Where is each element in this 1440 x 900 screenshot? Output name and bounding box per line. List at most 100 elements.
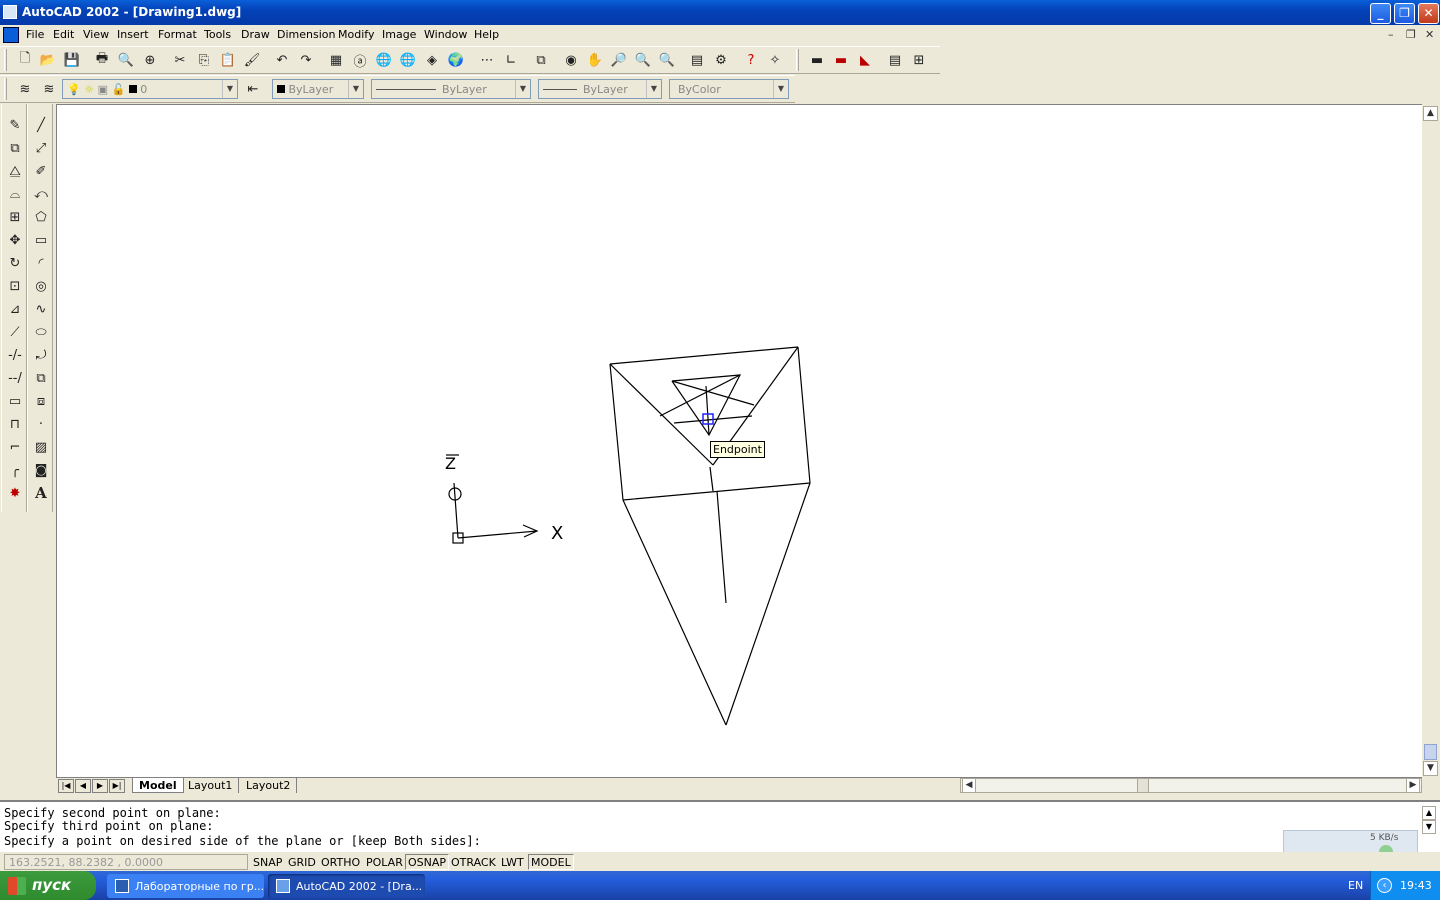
tray-expand-icon[interactable]: ‹: [1377, 878, 1392, 893]
plot-preview-icon[interactable]: 🔍: [115, 49, 137, 71]
menu-window[interactable]: Window: [424, 28, 467, 41]
explode-icon[interactable]: ✸: [4, 482, 26, 504]
copy-object-icon[interactable]: ⧉: [4, 137, 26, 159]
ellipse-icon[interactable]: ⬭: [30, 321, 52, 343]
array-icon[interactable]: ⊞: [4, 206, 26, 228]
dimension-angular-icon[interactable]: ◣: [854, 49, 876, 71]
menu-format[interactable]: Format: [158, 28, 197, 41]
text-style-icon[interactable]: ▤: [884, 49, 906, 71]
zoom-window-icon[interactable]: 🔍: [632, 49, 654, 71]
inner-line-2[interactable]: [671, 380, 755, 406]
today-icon[interactable]: ⓐ: [349, 49, 371, 71]
pan-icon[interactable]: ✋: [584, 49, 606, 71]
rotate-icon[interactable]: ↻: [4, 252, 26, 274]
ucs-icon[interactable]: ∟: [500, 49, 522, 71]
fillet-icon[interactable]: ╭: [4, 459, 26, 481]
command-scroll-up-icon[interactable]: ▲: [1422, 806, 1436, 820]
wireframe-solid[interactable]: [609, 346, 811, 726]
command-scroll-down-icon[interactable]: ▼: [1422, 820, 1436, 834]
edge-right-side[interactable]: [725, 346, 811, 726]
zoom-realtime-icon[interactable]: 🔎: [608, 49, 630, 71]
restore-button[interactable]: ❐: [1394, 3, 1415, 24]
prev-tab-icon[interactable]: ◀: [75, 779, 91, 793]
trim-icon[interactable]: -/-: [4, 344, 26, 366]
tracking-icon[interactable]: ⋯: [476, 49, 498, 71]
inner-line-4[interactable]: [705, 385, 710, 436]
menu-view[interactable]: View: [83, 28, 109, 41]
autocad-app-icon[interactable]: [3, 5, 17, 19]
design-center-icon[interactable]: ▦: [325, 49, 347, 71]
doc-close-button[interactable]: ✕: [1425, 28, 1434, 41]
make-block-icon[interactable]: ⧈: [30, 390, 52, 412]
ortho-toggle[interactable]: ORTHO: [318, 854, 363, 870]
close-button[interactable]: ✕: [1418, 3, 1439, 24]
tab-model[interactable]: Model: [132, 778, 184, 793]
polyline-icon[interactable]: ✐: [30, 160, 52, 182]
multiline-text-icon[interactable]: A: [30, 482, 52, 504]
snap-toggle[interactable]: SNAP: [250, 854, 285, 870]
toolbar-grip[interactable]: [4, 49, 7, 71]
region-icon[interactable]: ◙: [30, 459, 52, 481]
lengthen-icon[interactable]: ⟋: [4, 321, 26, 343]
lwt-toggle[interactable]: LWT: [498, 854, 527, 870]
linetype-combo[interactable]: ByLayer ▼: [371, 79, 531, 99]
hyperlink-icon[interactable]: 🌐: [397, 49, 419, 71]
redo-icon[interactable]: ↷: [295, 49, 317, 71]
dimension-aligned-icon[interactable]: ▬: [830, 49, 852, 71]
publish-icon[interactable]: ⊕: [139, 49, 161, 71]
browse-web-icon[interactable]: 🌍: [445, 49, 467, 71]
lineweight-combo[interactable]: ByLayer ▼: [538, 79, 662, 99]
polygon-icon[interactable]: ⬠: [30, 206, 52, 228]
tab-layout2[interactable]: Layout2: [240, 778, 298, 793]
dimension-style-icon[interactable]: ⊞: [908, 49, 930, 71]
command-prompt-line[interactable]: Specify a point on desired side of the p…: [4, 834, 481, 848]
3d-orbit-icon[interactable]: ◉: [560, 49, 582, 71]
ellipse-arc-icon[interactable]: ⤾: [30, 344, 52, 366]
match-properties-icon[interactable]: 🖌: [241, 49, 263, 71]
osnap-toggle[interactable]: OSNAP: [405, 854, 450, 870]
start-button[interactable]: пуск: [0, 871, 96, 900]
spline-icon[interactable]: ∿: [30, 298, 52, 320]
menu-dimension[interactable]: Dimension: [277, 28, 335, 41]
dimension-linear-icon[interactable]: ▬: [806, 49, 828, 71]
language-indicator[interactable]: EN: [1348, 879, 1363, 892]
scroll-left-icon[interactable]: ◀: [962, 778, 976, 793]
otrack-toggle[interactable]: OTRACK: [448, 854, 499, 870]
menu-image[interactable]: Image: [382, 28, 416, 41]
new-icon[interactable]: 🗋: [14, 49, 36, 71]
arc-icon[interactable]: ◜: [30, 252, 52, 274]
grid-toggle[interactable]: GRID: [285, 854, 319, 870]
menu-tools[interactable]: Tools: [204, 28, 231, 41]
coordinate-display[interactable]: 163.2521, 88.2382 , 0.0000: [4, 854, 248, 870]
menu-help[interactable]: Help: [474, 28, 499, 41]
stretch-icon[interactable]: ⊿: [4, 298, 26, 320]
named-views-icon[interactable]: ⧉: [530, 49, 552, 71]
polar-toggle[interactable]: POLAR: [363, 854, 406, 870]
layer-combo[interactable]: 💡 ☼ ▣ 🔓 0 ▼: [62, 79, 238, 99]
erase-icon[interactable]: ✎: [4, 114, 26, 136]
scroll-right-icon[interactable]: ▶: [1406, 778, 1420, 793]
line-icon[interactable]: ╱: [30, 114, 52, 136]
help-icon[interactable]: ?: [740, 49, 762, 71]
layer-previous-icon[interactable]: ⇤: [242, 78, 264, 100]
layer-properties-icon[interactable]: ≋: [14, 78, 36, 100]
scale-icon[interactable]: ⊡: [4, 275, 26, 297]
design-center-palette-icon[interactable]: ⚙: [710, 49, 732, 71]
properties-icon[interactable]: ▤: [686, 49, 708, 71]
chamfer-icon[interactable]: ⌐: [4, 436, 26, 458]
copy-icon[interactable]: ⎘: [193, 49, 215, 71]
tab-layout1[interactable]: Layout1: [182, 778, 240, 793]
taskbar-item-autocad[interactable]: AutoCAD 2002 - [Dra...: [268, 874, 425, 898]
scroll-up-icon[interactable]: ▲: [1423, 106, 1438, 121]
plot-icon[interactable]: 🖶: [91, 49, 113, 71]
menu-modify[interactable]: Modify: [338, 28, 374, 41]
drawing-status-icon[interactable]: ✧: [764, 49, 786, 71]
horizontal-scroll-thumb[interactable]: [1137, 779, 1149, 792]
menu-draw[interactable]: Draw: [241, 28, 270, 41]
globe-icon[interactable]: 🌐: [373, 49, 395, 71]
document-icon[interactable]: [3, 27, 19, 43]
taskbar-item-word[interactable]: Лабораторные по гр...: [107, 874, 264, 898]
drawing-area[interactable]: X Z Endpoint: [56, 104, 1422, 778]
edge-top[interactable]: [609, 346, 799, 365]
color-combo[interactable]: ByLayer ▼: [272, 79, 364, 99]
